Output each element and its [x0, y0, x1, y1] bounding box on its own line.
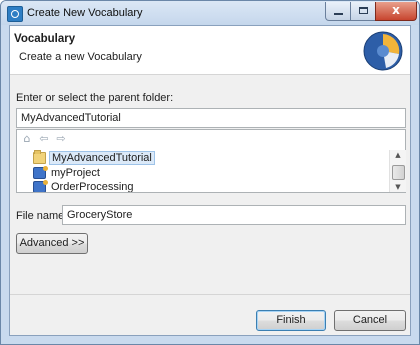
- page-title: Vocabulary: [14, 33, 76, 45]
- tree-item[interactable]: myProject: [17, 166, 389, 181]
- scroll-up-icon[interactable]: ▲: [390, 150, 406, 160]
- parent-folder-input[interactable]: MyAdvancedTutorial: [16, 108, 406, 128]
- dialog-content: Vocabulary Create a new Vocabulary Enter…: [9, 25, 411, 336]
- page-description: Create a new Vocabulary: [19, 51, 142, 63]
- tree-item[interactable]: OrderProcessing: [17, 180, 389, 192]
- scroll-down-icon[interactable]: ▼: [390, 182, 406, 192]
- window-title: Create New Vocabulary: [27, 7, 143, 19]
- dialog-window: Create New Vocabulary x Vocabulary Creat…: [0, 0, 420, 345]
- project-icon: [33, 180, 48, 192]
- maximize-button[interactable]: [350, 2, 376, 21]
- cancel-button[interactable]: Cancel: [334, 310, 406, 331]
- tree-item-label: MyAdvancedTutorial: [49, 151, 155, 165]
- wizard-logo-icon: [363, 31, 403, 71]
- tree-scrollbar[interactable]: ▲ ▼: [389, 150, 406, 192]
- advanced-button[interactable]: Advanced >>: [16, 233, 88, 254]
- minimize-icon: [334, 13, 343, 15]
- tree-item-label: OrderProcessing: [51, 181, 134, 192]
- footer-divider: [10, 294, 410, 295]
- tree-item-label: myProject: [51, 167, 100, 179]
- wizard-header: Vocabulary Create a new Vocabulary: [10, 26, 410, 75]
- file-name-input[interactable]: GroceryStore: [62, 205, 406, 225]
- folder-tree[interactable]: ⌂ ⇦ ⇨ MyAdvancedTutorial myProject Order…: [16, 129, 406, 193]
- file-name-label: File name:: [16, 210, 68, 222]
- app-icon: [7, 6, 23, 22]
- finish-button[interactable]: Finish: [256, 310, 326, 331]
- forward-arrow-icon[interactable]: ⇨: [55, 133, 67, 145]
- back-arrow-icon[interactable]: ⇦: [38, 133, 50, 145]
- maximize-icon: [359, 7, 368, 14]
- scroll-thumb[interactable]: [392, 165, 405, 180]
- tree-toolbar: ⌂ ⇦ ⇨: [17, 130, 405, 150]
- close-button[interactable]: x: [375, 2, 417, 21]
- home-icon[interactable]: ⌂: [21, 133, 33, 145]
- parent-folder-label: Enter or select the parent folder:: [16, 92, 174, 104]
- minimize-button[interactable]: [325, 2, 351, 21]
- title-bar[interactable]: Create New Vocabulary x: [1, 1, 419, 25]
- project-icon: [33, 166, 48, 179]
- close-icon: x: [392, 3, 400, 17]
- folder-icon: [33, 150, 46, 164]
- tree-item[interactable]: MyAdvancedTutorial: [17, 150, 389, 166]
